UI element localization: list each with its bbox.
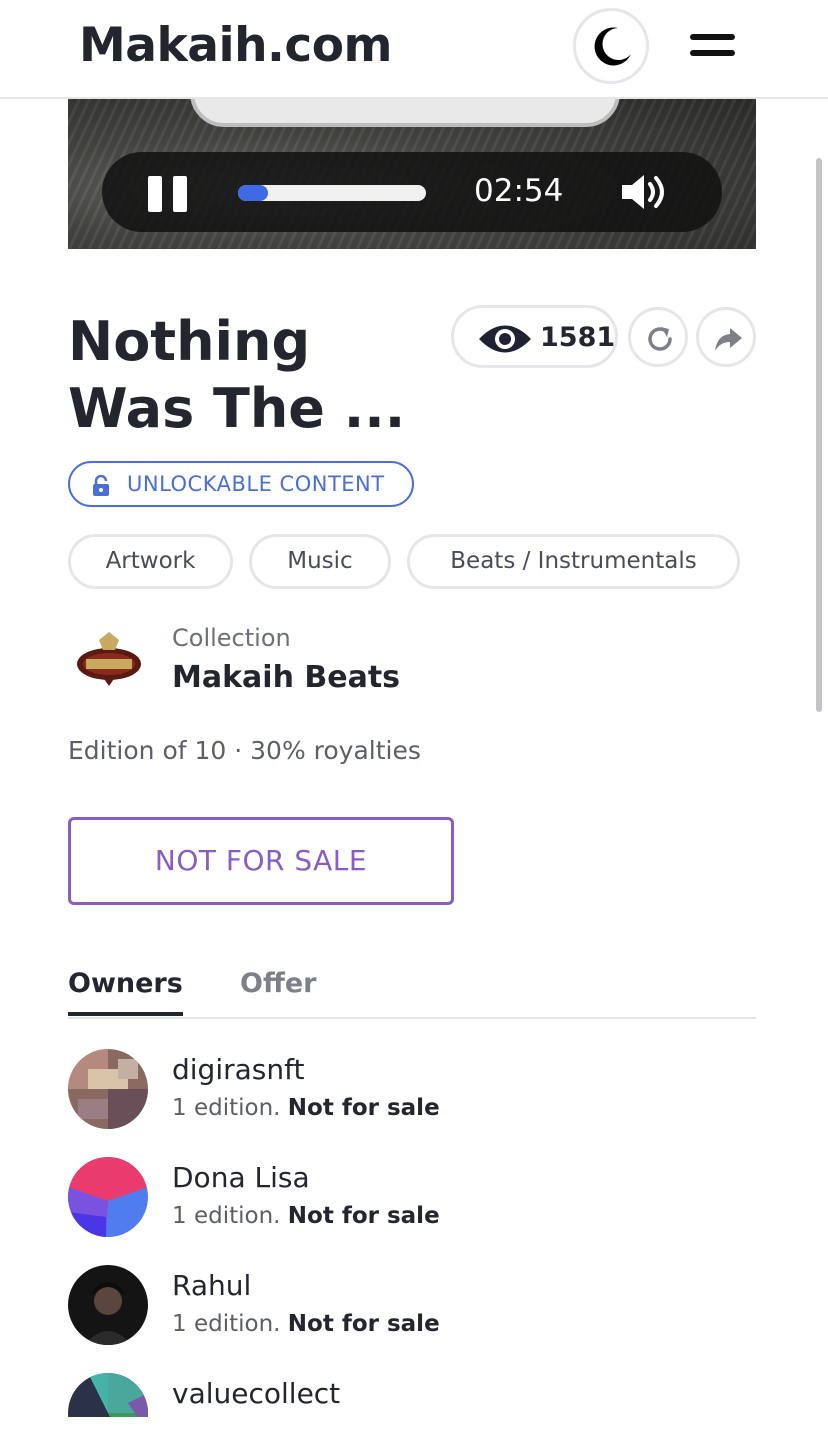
tab-offer[interactable]: Offer [240,968,316,999]
views-counter[interactable]: 1581 [451,305,618,368]
share-button[interactable] [696,307,756,367]
owner-row[interactable]: digirasnft 1 edition. Not for sale [68,1049,756,1139]
lock-icon [93,475,109,496]
owner-name: valuecollect [172,1377,341,1410]
avatar [68,1157,148,1237]
progress-bar[interactable] [238,185,426,201]
owner-name: digirasnft [172,1053,305,1086]
avatar [68,1373,148,1417]
volume-button[interactable] [620,172,672,216]
views-count: 1581 [540,322,616,353]
item-title: Nothing Was The ... [68,310,406,440]
media-artwork: 02:54 [68,99,756,249]
collection-caption: Collection [172,624,291,652]
audio-player: 02:54 [102,152,722,232]
owner-row[interactable]: Rahul 1 edition. Not for sale [68,1265,756,1355]
tab-owners[interactable]: Owners [68,968,183,1016]
tag-beats-instrumentals[interactable]: Beats / Instrumentals [407,534,740,589]
unlockable-content-label: UNLOCKABLE CONTENT [127,472,385,496]
pause-icon [148,176,162,212]
refresh-icon [648,327,672,351]
unlockable-content-badge[interactable]: UNLOCKABLE CONTENT [68,461,414,507]
pause-button[interactable] [148,176,188,212]
owner-detail: 1 edition. Not for sale [172,1311,440,1337]
top-header: Makaih.com [0,0,828,99]
tag-music[interactable]: Music [249,534,391,589]
owner-name: Rahul [172,1269,252,1302]
moon-icon [594,27,631,66]
avatar [68,1265,148,1345]
volume-icon [622,175,664,209]
collection-name[interactable]: Makaih Beats [172,660,400,695]
site-logo[interactable]: Makaih.com [79,18,393,73]
edition-info: Edition of 10 · 30% royalties [68,736,421,765]
avatar [68,1049,148,1129]
refresh-button[interactable] [628,307,688,367]
not-for-sale-button[interactable]: NOT FOR SALE [68,817,454,905]
eye-icon [479,325,531,353]
theme-toggle-button[interactable] [573,8,649,84]
menu-button[interactable] [690,30,738,64]
playback-time: 02:54 [474,173,564,209]
tag-artwork[interactable]: Artwork [68,534,233,589]
tab-bar: Owners Offer [68,965,756,1019]
owner-row[interactable]: Dona Lisa 1 edition. Not for sale [68,1157,756,1247]
collection-logo[interactable] [74,628,144,692]
owner-row[interactable]: valuecollect [68,1373,756,1417]
owner-name: Dona Lisa [172,1161,310,1194]
hamburger-icon [690,34,735,40]
cover-image-edge [190,99,620,127]
owner-detail: 1 edition. Not for sale [172,1203,440,1229]
progress-fill [238,185,269,201]
share-icon [715,328,742,351]
page-scrollbar[interactable] [816,158,822,712]
owner-detail: 1 edition. Not for sale [172,1095,440,1121]
